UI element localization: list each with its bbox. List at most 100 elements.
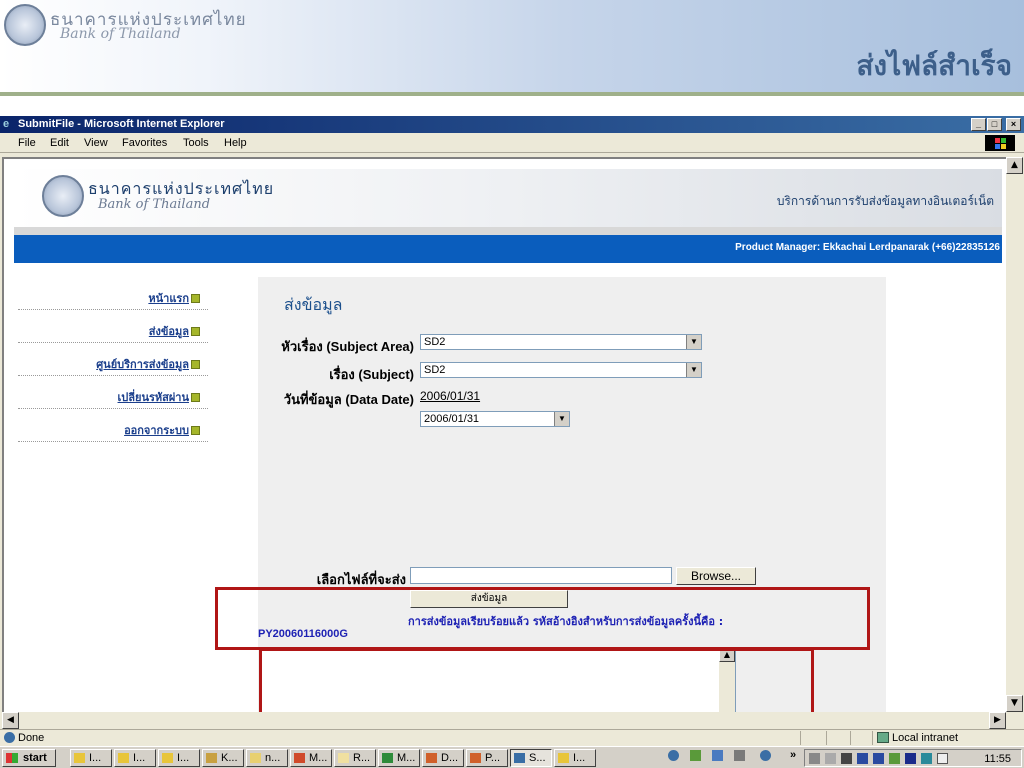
horizontal-scrollbar[interactable]: ◀ ▶: [2, 712, 1006, 729]
bot-seal-icon: [4, 4, 46, 46]
window-titlebar[interactable]: e SubmitFile - Microsoft Internet Explor…: [0, 116, 1024, 133]
volume-icon[interactable]: [825, 753, 836, 764]
quicklaunch-icon[interactable]: [712, 750, 723, 761]
shield-icon[interactable]: [873, 753, 884, 764]
quicklaunch-icon[interactable]: [734, 750, 745, 761]
menu-help[interactable]: Help: [224, 133, 247, 153]
menu-view[interactable]: View: [84, 133, 108, 153]
menu-file[interactable]: File: [18, 133, 36, 153]
taskbar-button[interactable]: M...: [290, 749, 332, 767]
taskbar-button[interactable]: R...: [334, 749, 376, 767]
clock: 11:55: [984, 753, 1011, 765]
taskbar-button[interactable]: I...: [158, 749, 200, 767]
browse-button[interactable]: Browse...: [676, 567, 756, 585]
nav-link-home[interactable]: หน้าแรก: [148, 292, 189, 305]
bullet-icon: [191, 327, 200, 336]
banner-logo-english: Bank of Thailand: [98, 197, 211, 212]
scroll-right-icon[interactable]: ▶: [989, 712, 1006, 729]
form-title: ส่งข้อมูล: [284, 295, 343, 314]
taskbar-button-label: P...: [485, 752, 501, 764]
taskbar-button-label: I...: [177, 752, 190, 764]
menu-tools[interactable]: Tools: [183, 133, 209, 153]
taskbar-button[interactable]: I...: [114, 749, 156, 767]
chevron-down-icon[interactable]: ▼: [554, 412, 569, 426]
bullet-icon: [191, 360, 200, 369]
taskbar-button-active[interactable]: S...: [510, 749, 552, 767]
expand-tray-icon[interactable]: »: [790, 749, 796, 761]
taskbar-button[interactable]: P...: [466, 749, 508, 767]
bullet-icon: [191, 426, 200, 435]
network-icon[interactable]: [809, 753, 820, 764]
taskbar: start I... I... I... K... n... M... R...…: [0, 746, 1024, 768]
scroll-left-icon[interactable]: ◀: [2, 712, 19, 729]
menu-bar: File Edit View Favorites Tools Help: [0, 133, 1024, 153]
taskbar-button-label: I...: [133, 752, 146, 764]
scroll-up-icon[interactable]: ▲: [1006, 157, 1023, 174]
tray-app-icon[interactable]: [841, 753, 852, 764]
start-button[interactable]: start: [2, 749, 56, 767]
info-bar: Product Manager: Ekkachai Lerdpanarak (+…: [14, 235, 1002, 263]
minimize-button[interactable]: _: [971, 118, 986, 131]
left-navigation: หน้าแรก ส่งข้อมูล ศูนย์บริการส่งข้อมูล เ…: [18, 277, 208, 442]
mail-icon: [338, 753, 349, 763]
nav-link-logout[interactable]: ออกจากระบบ: [124, 424, 189, 437]
subject-label: เรื่อง (Subject): [329, 367, 414, 382]
taskbar-button-label: M...: [309, 752, 328, 764]
page-done-icon: [4, 732, 15, 743]
highlight-box-result: [215, 587, 870, 650]
data-date-label: วันที่ข้อมูล (Data Date): [283, 392, 414, 407]
nav-link-service-center[interactable]: ศูนย์บริการส่งข้อมูล: [96, 358, 189, 371]
bullet-icon: [191, 393, 200, 402]
nav-item-service-center: ศูนย์บริการส่งข้อมูล: [18, 343, 208, 376]
taskbar-button-label: n...: [265, 752, 281, 764]
nav-link-change-password[interactable]: เปลี่ยนรหัสผ่าน: [118, 391, 189, 404]
excel-icon: [382, 753, 393, 763]
tray-app-icon[interactable]: [921, 753, 932, 764]
subject-area-select[interactable]: SD2 ▼: [420, 334, 702, 350]
tray-app-icon[interactable]: [889, 753, 900, 764]
shield-icon[interactable]: [857, 753, 868, 764]
scroll-down-icon[interactable]: ▼: [1006, 695, 1023, 712]
taskbar-button-label: D...: [441, 752, 459, 764]
status-divider: [800, 731, 801, 745]
taskbar-button[interactable]: K...: [202, 749, 244, 767]
highlight-box-textarea: [259, 648, 814, 712]
taskbar-button[interactable]: D...: [422, 749, 464, 767]
vertical-scrollbar[interactable]: ▲ ▼: [1006, 157, 1023, 712]
nav-link-submit[interactable]: ส่งข้อมูล: [149, 325, 189, 338]
status-divider: [872, 731, 873, 745]
product-manager-contact: Product Manager: Ekkachai Lerdpanarak (+…: [735, 242, 1000, 253]
chevron-down-icon[interactable]: ▼: [686, 335, 701, 349]
chevron-down-icon[interactable]: ▼: [686, 363, 701, 377]
taskbar-button[interactable]: I...: [554, 749, 596, 767]
subject-area-label: หัวเรื่อง (Subject Area): [281, 339, 414, 354]
browser-window: e SubmitFile - Microsoft Internet Explor…: [0, 116, 1024, 746]
site-banner: ธนาคารแห่งประเทศไทย Bank of Thailand บริ…: [14, 169, 1002, 227]
taskbar-button[interactable]: n...: [246, 749, 288, 767]
bot-seal-icon: [42, 175, 84, 217]
file-path-input[interactable]: [410, 567, 672, 584]
messenger-icon[interactable]: [760, 750, 771, 761]
status-text: Done: [18, 732, 45, 744]
taskbar-button-label: S...: [529, 752, 546, 764]
nav-item-change-password: เปลี่ยนรหัสผ่าน: [18, 376, 208, 409]
language-icon[interactable]: [905, 753, 916, 764]
ie-quicklaunch-icon[interactable]: [668, 750, 679, 761]
close-button[interactable]: ×: [1006, 118, 1021, 131]
taskbar-button[interactable]: I...: [70, 749, 112, 767]
app-icon: [74, 753, 85, 763]
data-date-select[interactable]: 2006/01/31 ▼: [420, 411, 570, 427]
bullet-icon: [191, 294, 200, 303]
menu-favorites[interactable]: Favorites: [122, 133, 167, 153]
ie-icon: [514, 753, 525, 763]
quicklaunch-icon[interactable]: [690, 750, 701, 761]
page-viewport: ธนาคารแห่งประเทศไทย Bank of Thailand บริ…: [2, 157, 1006, 712]
mail-icon[interactable]: [937, 753, 948, 764]
menu-edit[interactable]: Edit: [50, 133, 69, 153]
service-title: บริการด้านการรับส่งข้อมูลทางอินเตอร์เน็ต: [776, 194, 994, 208]
window-title: SubmitFile - Microsoft Internet Explorer: [18, 118, 225, 130]
taskbar-button[interactable]: M...: [378, 749, 420, 767]
maximize-button[interactable]: □: [987, 118, 1002, 131]
taskbar-button-label: K...: [221, 752, 238, 764]
subject-select[interactable]: SD2 ▼: [420, 362, 702, 378]
